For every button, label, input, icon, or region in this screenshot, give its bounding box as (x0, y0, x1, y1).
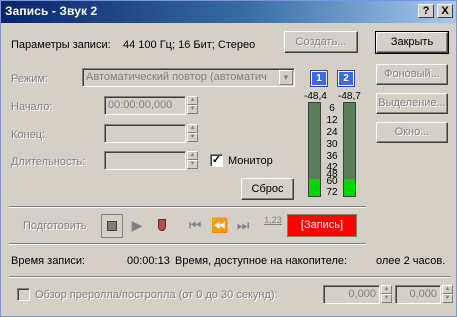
help-button[interactable]: ? (418, 4, 434, 18)
spin-up-icon[interactable]: ▲ (187, 96, 198, 105)
duration-label: Длительность: (11, 156, 86, 168)
duration-field[interactable] (104, 151, 186, 170)
counter-icon[interactable]: 1,23 (263, 214, 283, 238)
stop-icon[interactable] (101, 214, 123, 238)
channel-1-toggle[interactable]: 1 (310, 70, 328, 87)
end-field[interactable] (104, 124, 186, 143)
avail-label: Время, доступное на накопителе: (175, 255, 348, 267)
spin-up-icon[interactable]: ▲ (442, 285, 453, 294)
spin-down-icon[interactable]: ▼ (442, 294, 453, 303)
scale-tick: 72 (326, 187, 338, 198)
start-label: Начало: (11, 101, 53, 113)
record-dialog: Запись - Звук 2 ? X Параметры записи: 44… (0, 0, 457, 317)
scale-tick: 60 (326, 176, 338, 187)
spin-down-icon[interactable]: ▼ (187, 105, 198, 114)
spin-up-icon[interactable]: ▲ (381, 285, 392, 294)
peak-left: -48,4 (304, 91, 327, 102)
monitor-checkbox[interactable]: ✓ (210, 154, 223, 167)
marker-icon[interactable] (153, 214, 171, 238)
rec-time-label: Время записи: (11, 255, 86, 267)
spin-up-icon[interactable]: ▲ (187, 151, 198, 160)
window-button[interactable]: Окно... (376, 122, 448, 143)
window-close-button[interactable]: X (437, 4, 453, 18)
spin-down-icon[interactable]: ▼ (187, 160, 198, 169)
monitor-label: Монитор (228, 155, 273, 167)
go-start-icon[interactable]: ⏮ (185, 214, 205, 238)
preroll-label: Обзор преролла/постролла (от 0 до 30 сек… (35, 289, 278, 301)
separator (9, 206, 366, 208)
selection-button[interactable]: Выделение... (376, 93, 448, 114)
duration-spinner[interactable]: ▲ ▼ (187, 151, 198, 169)
channel-2-toggle[interactable]: 2 (337, 70, 355, 87)
rec-time-value: 00:00:13 (127, 255, 170, 267)
chevron-down-icon[interactable]: ▼ (279, 70, 293, 85)
create-button[interactable]: Создать... (284, 31, 358, 53)
avail-value: олее 2 часов. (376, 255, 446, 267)
scale-tick: 24 (326, 127, 338, 138)
scale-tick: 6 (329, 103, 335, 114)
separator (9, 276, 450, 278)
scale-tick: 36 (326, 151, 338, 162)
preroll-spinner[interactable]: ▲ ▼ (381, 285, 392, 303)
postroll-spinner[interactable]: ▲ ▼ (442, 285, 453, 303)
postroll-field[interactable]: 0,000 (395, 285, 441, 304)
title-bar[interactable]: Запись - Звук 2 ? X (1, 1, 456, 23)
rewind-icon[interactable]: ⏪ (209, 214, 231, 238)
mode-value: Автоматический повтор (автоматич (86, 71, 267, 83)
level-meter-left (308, 102, 321, 197)
level-fill-left (309, 179, 320, 196)
params-value: 44 100 Гц; 16 Бит; Стерео (123, 39, 256, 51)
prepare-label: Подготовить (23, 220, 87, 232)
peak-right: -48,7 (338, 91, 361, 102)
reset-button[interactable]: Сброс (241, 178, 294, 200)
close-button[interactable]: Закрыть (375, 31, 449, 54)
start-spinner[interactable]: ▲ ▼ (187, 96, 198, 114)
mode-select[interactable]: Автоматический повтор (автоматич (82, 68, 295, 87)
separator (9, 243, 366, 245)
record-button[interactable]: [Запись] (287, 214, 357, 237)
spin-down-icon[interactable]: ▼ (187, 133, 198, 142)
spin-down-icon[interactable]: ▼ (381, 294, 392, 303)
play-icon[interactable]: ▶ (127, 214, 147, 238)
background-button[interactable]: Фоновый... (376, 64, 448, 85)
spin-up-icon[interactable]: ▲ (187, 124, 198, 133)
end-spinner[interactable]: ▲ ▼ (187, 124, 198, 142)
window-title: Запись - Звук 2 (5, 4, 98, 18)
go-end-icon[interactable]: ⏭ (233, 214, 253, 238)
mode-label: Режим: (11, 73, 48, 85)
scale-tick: 12 (326, 115, 338, 126)
end-label: Конец: (11, 129, 46, 141)
scale-tick: 30 (326, 139, 338, 150)
preroll-checkbox[interactable] (17, 288, 30, 301)
start-field[interactable]: 00:00:00,000 (104, 96, 186, 115)
level-fill-right (344, 179, 355, 196)
params-label: Параметры записи: (11, 39, 111, 51)
preroll-field[interactable]: 0,000 (323, 285, 380, 304)
level-meter-right (343, 102, 356, 197)
